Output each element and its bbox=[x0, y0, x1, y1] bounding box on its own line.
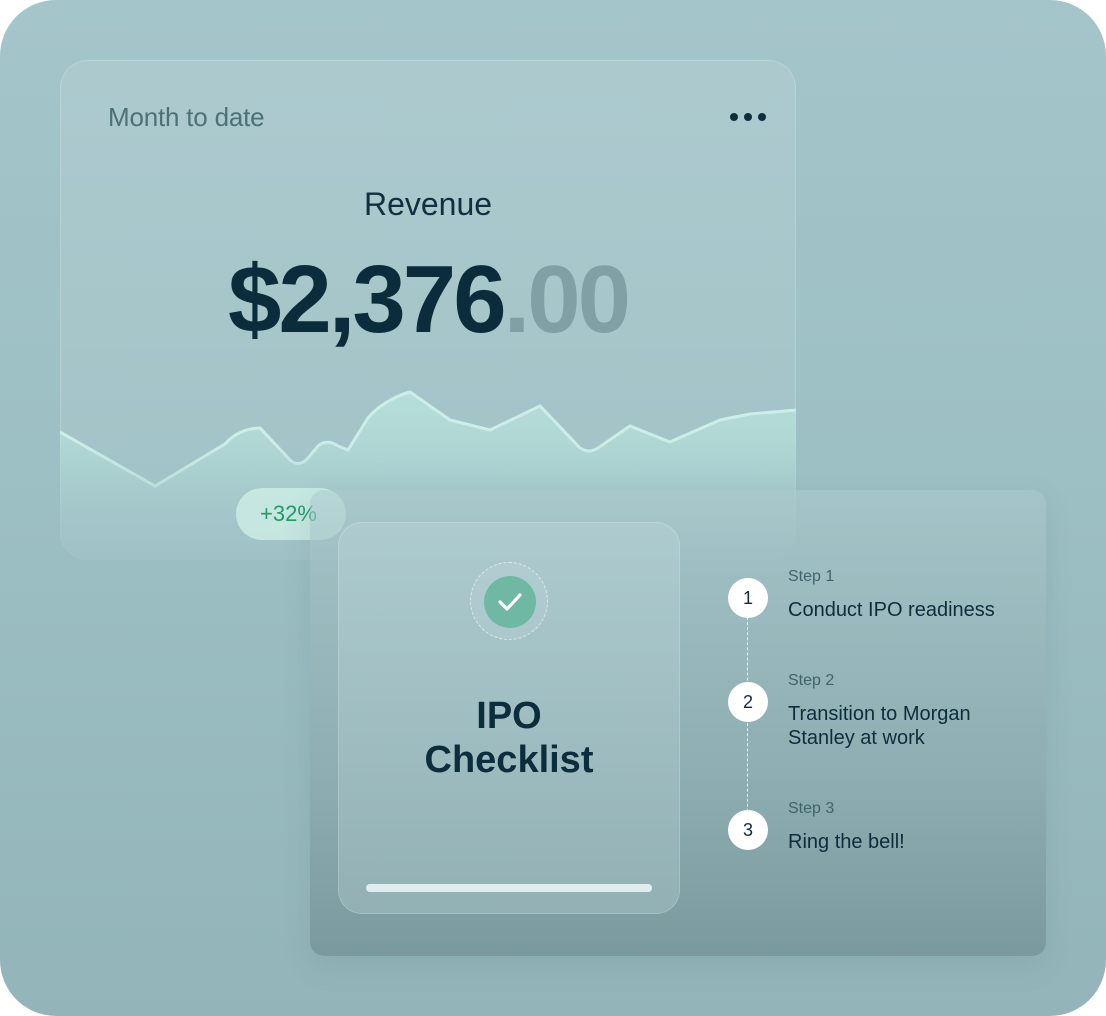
step-label: Step 3 bbox=[788, 800, 835, 817]
step-label: Step 1 bbox=[788, 568, 835, 585]
title-line-1: IPO bbox=[476, 695, 542, 737]
checklist-title: IPO Checklist bbox=[338, 694, 680, 782]
step-label: Step 2 bbox=[788, 672, 835, 689]
step-number: 2 bbox=[728, 682, 768, 722]
step-list: 1 Step 1 Conduct IPO readiness 2 Step 2 … bbox=[728, 568, 1028, 878]
dot bbox=[730, 113, 738, 121]
step-text: Ring the bell! bbox=[788, 831, 905, 853]
amount-cents: .00 bbox=[503, 246, 631, 353]
more-options-icon[interactable] bbox=[730, 112, 766, 122]
ipo-checklist-panel: IPO Checklist 1 Step 1 Conduct IPO readi… bbox=[310, 490, 1046, 956]
period-label: Month to date bbox=[108, 102, 265, 132]
dot bbox=[744, 113, 752, 121]
progress-fill bbox=[366, 884, 652, 892]
checklist-progress-bar bbox=[366, 884, 652, 892]
amount-whole: $2,376 bbox=[227, 246, 507, 353]
dot bbox=[758, 113, 766, 121]
title-line-2: Checklist bbox=[424, 739, 594, 781]
metric-label: Revenue bbox=[363, 186, 493, 222]
step-number: 1 bbox=[728, 578, 768, 618]
step-text: Transition to Morgan Stanley at work bbox=[788, 703, 971, 749]
revenue-card: Month to date Revenue $2,376.00 bbox=[60, 60, 796, 560]
checkmark-ring bbox=[470, 562, 548, 640]
step-number: 3 bbox=[728, 810, 768, 850]
step-text: Conduct IPO readiness bbox=[788, 599, 995, 621]
revenue-amount: $2,376.00 bbox=[60, 252, 796, 348]
app-canvas: Month to date Revenue $2,376.00 +32% IPO… bbox=[0, 0, 1106, 1016]
checkmark-icon bbox=[484, 576, 536, 628]
ipo-checklist-card[interactable]: IPO Checklist bbox=[338, 522, 680, 914]
